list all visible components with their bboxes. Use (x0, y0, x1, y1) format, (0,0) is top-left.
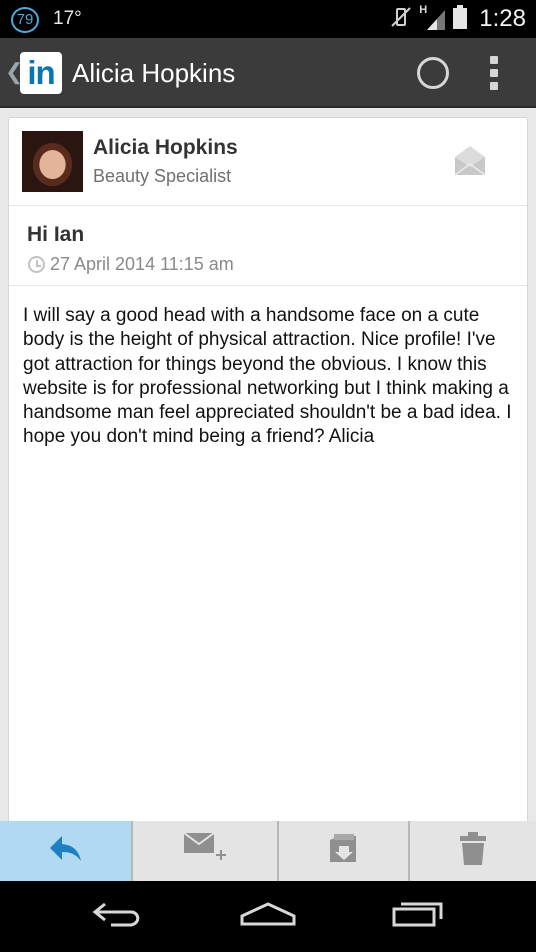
linkedin-logo-icon[interactable]: in (20, 52, 62, 94)
message-timestamp: 27 April 2014 11:15 am (50, 254, 234, 274)
temperature-label: 17° (53, 8, 82, 29)
back-nav-button[interactable] (68, 881, 168, 952)
recent-apps-nav-button[interactable] (368, 881, 468, 952)
navigation-bar (0, 881, 536, 952)
network-type-label: H (419, 4, 428, 16)
sender-header[interactable]: Alicia Hopkins Beauty Specialist (9, 118, 527, 206)
trash-icon (458, 831, 488, 872)
message-body: I will say a good head with a handsome f… (23, 305, 512, 448)
archive-icon (326, 832, 362, 871)
sender-name[interactable]: Alicia Hopkins (93, 136, 238, 160)
signal-icon: H (419, 4, 447, 32)
compose-message-button[interactable] (133, 821, 279, 881)
action-bar-title: Alicia Hopkins (72, 58, 236, 88)
clock-icon (28, 256, 45, 273)
archive-button[interactable] (279, 821, 410, 881)
overflow-menu-icon[interactable] (484, 54, 504, 94)
back-arrow-icon (91, 899, 145, 934)
reply-icon (48, 834, 84, 869)
subject-block: Hi Ian 27 April 2014 11:15 am (9, 206, 527, 286)
compose-message-icon (182, 831, 228, 872)
vibrate-off-icon (389, 5, 413, 34)
battery-icon (453, 4, 468, 34)
delete-button[interactable] (410, 821, 536, 881)
message-card: Alicia Hopkins Beauty Specialist Hi Ian … (8, 117, 528, 821)
status-clock: 1:28 (479, 5, 526, 32)
linkedin-logo-text: in (27, 54, 55, 91)
envelope-open-icon (453, 143, 487, 182)
refresh-circle-icon[interactable] (417, 57, 449, 89)
notification-count-badge: 79 (11, 7, 39, 33)
status-bar: 79 17° H 1:28 (0, 0, 536, 38)
message-subject: Hi Ian (27, 223, 85, 246)
status-icons: H 1:28 (389, 4, 526, 34)
action-bar: ❮ in Alicia Hopkins (0, 38, 536, 108)
sender-avatar[interactable] (22, 131, 83, 192)
home-icon (239, 900, 297, 933)
home-nav-button[interactable] (218, 881, 318, 952)
sender-title: Beauty Specialist (93, 166, 232, 186)
bottom-action-bar (0, 821, 536, 881)
recent-apps-icon (391, 899, 445, 934)
reply-button[interactable] (0, 821, 133, 881)
